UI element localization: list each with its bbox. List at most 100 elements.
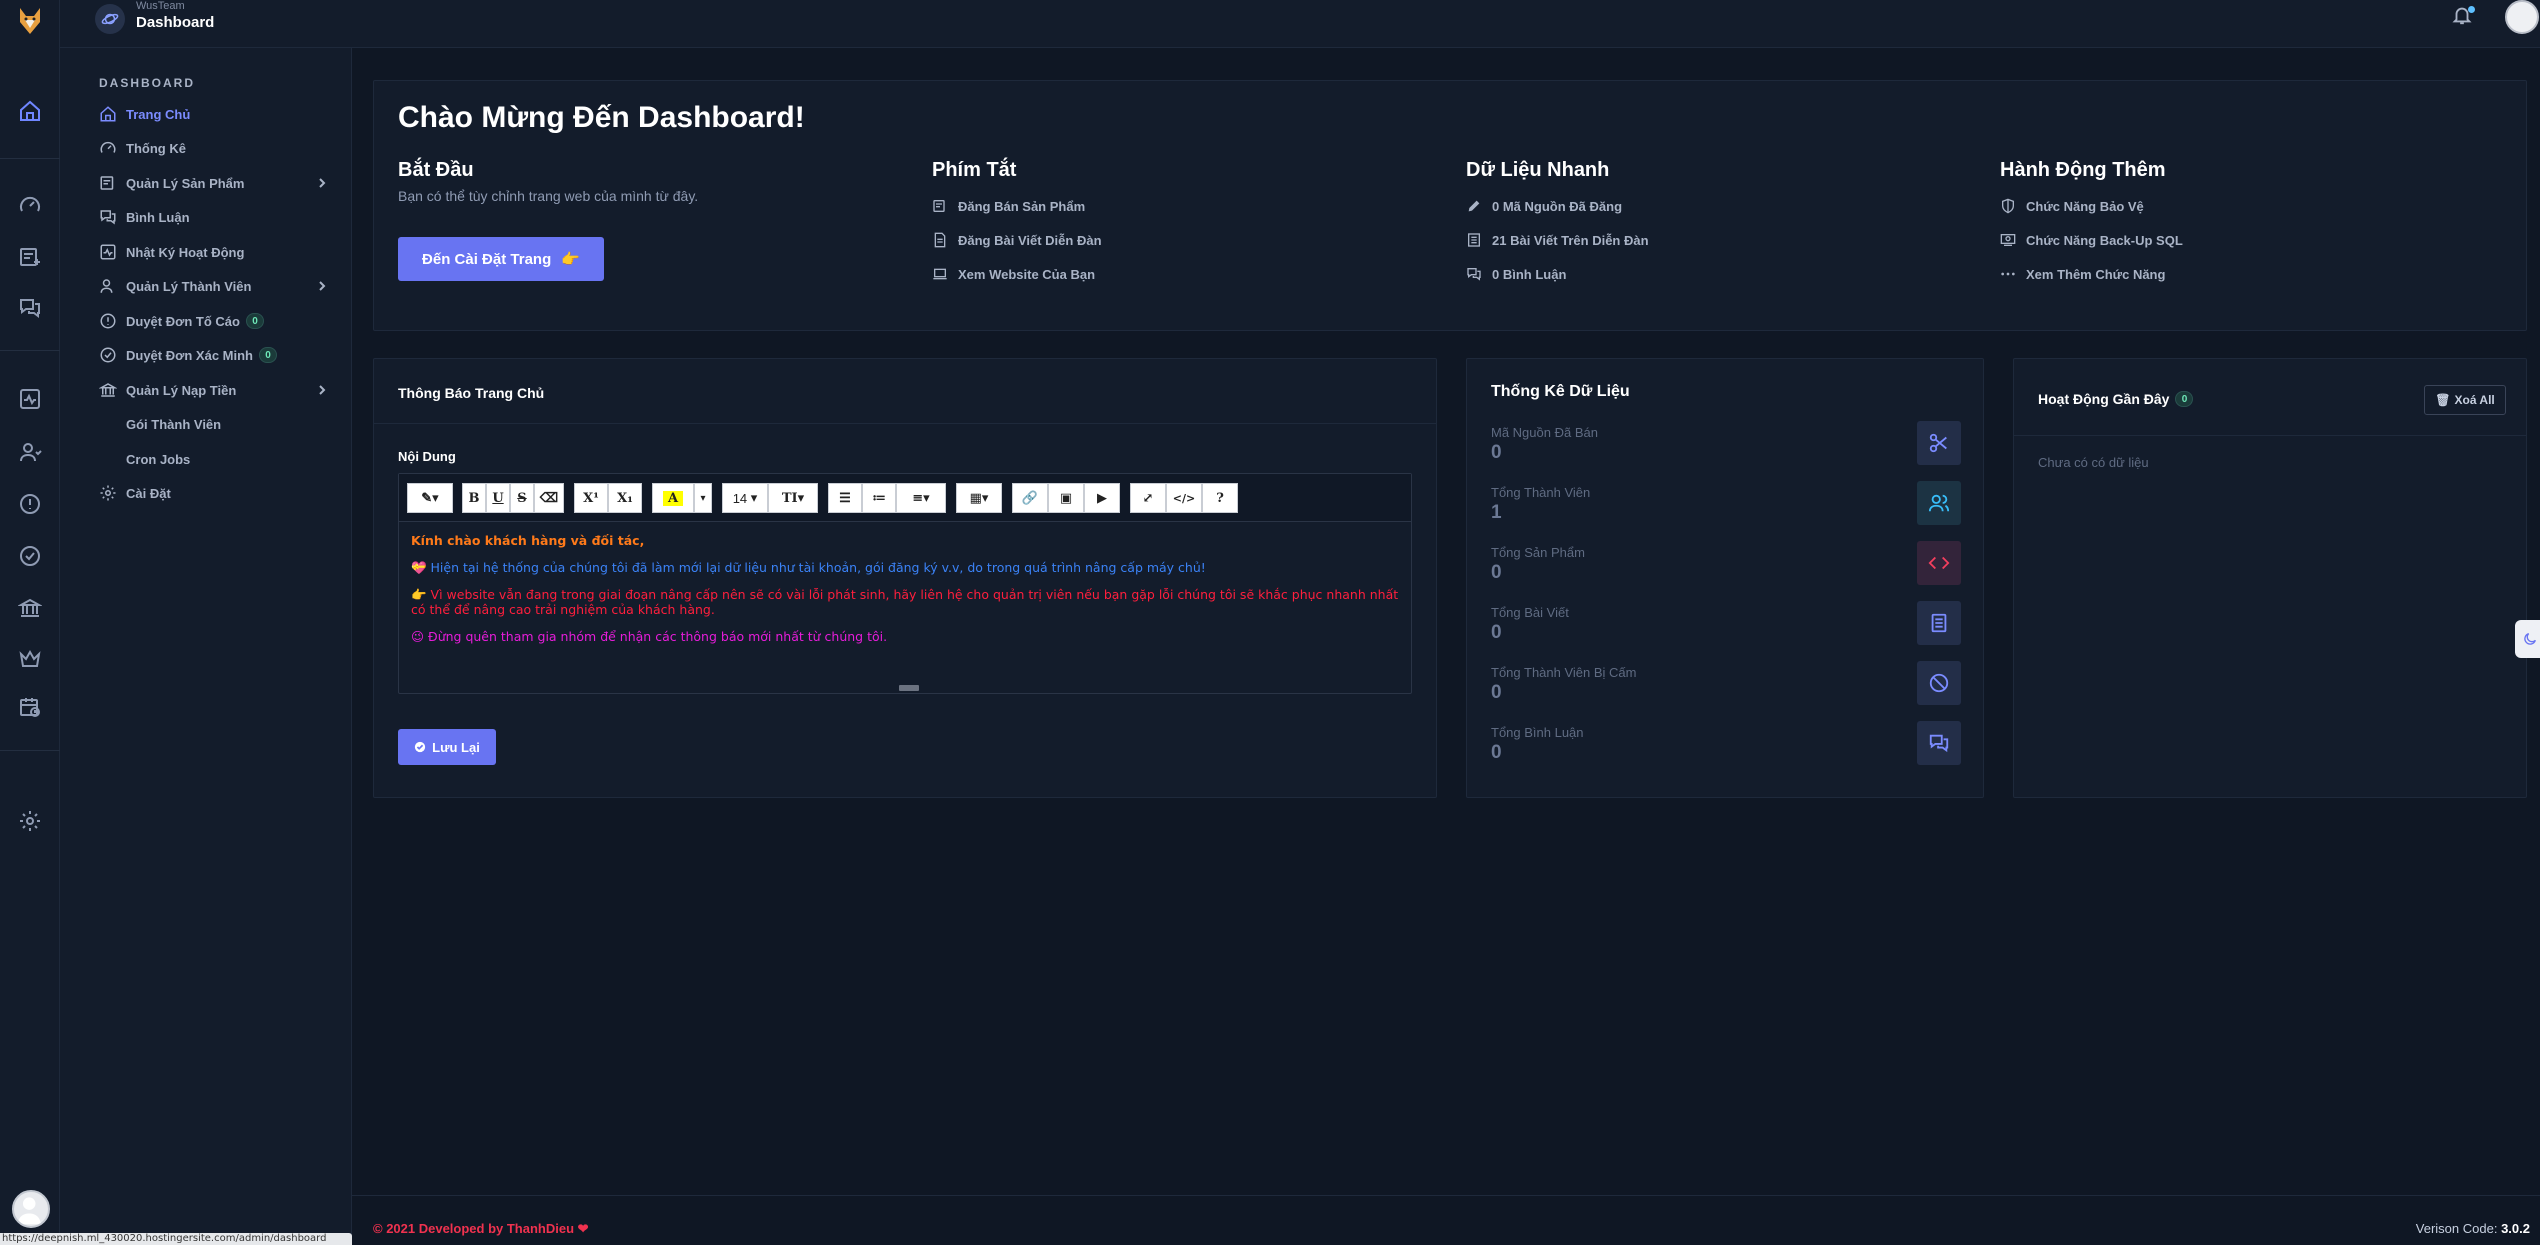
comments-icon: [1466, 266, 1482, 282]
sidebar-item-thong-ke[interactable]: Thống Kê: [99, 136, 331, 160]
footer-version: Verison Code: 3.0.2: [2416, 1221, 2530, 1236]
numbered-list-button[interactable]: ≔: [862, 483, 896, 513]
check-circle-icon[interactable]: [18, 544, 42, 568]
users-icon[interactable]: [18, 440, 42, 464]
font-size-select[interactable]: 14 ▾: [722, 483, 768, 513]
go-settings-button[interactable]: Đến Cài Đặt Trang 👉: [398, 237, 604, 281]
editor-line: 😉 Đừng quên tham gia nhóm để nhận các th…: [411, 629, 888, 644]
sidebar-item-goi-thanh-vien[interactable]: Gói Thành Viên: [99, 412, 331, 436]
sidebar-item-quan-ly-san-pham[interactable]: Quản Lý Sản Phẩm: [99, 171, 331, 195]
video-icon[interactable]: ▶: [1084, 483, 1120, 513]
sidebar-item-duyet-don-to-cao[interactable]: Duyệt Đơn Tố Cáo 0: [99, 309, 331, 333]
quick-link-comments[interactable]: 0 Bình Luận: [1466, 264, 1649, 284]
data-stats-card: Thống Kê Dữ Liệu Mã Nguồn Đã Bán 0 Tổng …: [1466, 358, 1984, 798]
gauge-icon[interactable]: [18, 193, 42, 217]
link-label: Chức Năng Bảo Vệ: [2026, 198, 2144, 214]
more-link-backup-sql[interactable]: Chức Năng Back-Up SQL: [2000, 230, 2183, 250]
sidebar-item-cai-dat[interactable]: Cài Đặt: [99, 481, 331, 505]
stat-label: Mã Nguồn Đã Bán: [1491, 425, 1598, 440]
product-icon[interactable]: [18, 245, 42, 269]
stat-value: 0: [1491, 682, 1502, 703]
more-link-view-more[interactable]: Xem Thêm Chức Năng: [2000, 264, 2183, 284]
user-avatar[interactable]: [12, 1190, 50, 1228]
strikethrough-button[interactable]: S: [510, 483, 534, 513]
fox-logo-icon[interactable]: [14, 4, 46, 40]
start-column: Bắt Đầu Bạn có thể tùy chỉnh trang web c…: [398, 159, 698, 204]
home-icon[interactable]: [18, 99, 42, 123]
link-label: 0 Mã Nguồn Đã Đăng: [1492, 198, 1623, 214]
clear-all-button[interactable]: 🗑 Xoá All: [2424, 385, 2506, 415]
footer: © 2021 Developed by ThanhDieu ❤ Verison …: [352, 1195, 2540, 1245]
shortcut-link-view-website[interactable]: Xem Website Của Bạn: [932, 264, 1102, 284]
underline-button[interactable]: U: [486, 483, 510, 513]
bullet-list-button[interactable]: ☰: [828, 483, 862, 513]
editor-toolbar: ✎▾ B U S ⌫ X¹ X₁ A ▾ 14 ▾ TI▾ ☰ ≔ ≡▾ ▦▾ …: [399, 474, 1411, 522]
ban-icon: [1917, 661, 1961, 705]
top-avatar[interactable]: [2505, 0, 2539, 34]
editor-line: Kính chào khách hàng và đối tác,: [411, 533, 645, 548]
sidebar-item-trang-chu[interactable]: Trang Chủ: [99, 102, 331, 126]
calendar-clock-icon[interactable]: [18, 695, 42, 719]
save-icon: [414, 741, 426, 753]
sidebar-item-binh-luan[interactable]: Bình Luận: [99, 205, 331, 229]
product-icon: [99, 174, 117, 192]
superscript-button[interactable]: X¹: [574, 483, 608, 513]
comments-icon[interactable]: [18, 296, 42, 320]
status-bar-url: https://deepnish.ml_430020.hostingersite…: [0, 1233, 352, 1245]
theme-toggle-icon[interactable]: [2515, 620, 2540, 658]
chevron-right-icon: [315, 279, 329, 293]
bank-icon[interactable]: [18, 596, 42, 620]
align-button[interactable]: ≡▾: [896, 483, 946, 513]
more-link-protection[interactable]: Chức Năng Bảo Vệ: [2000, 196, 2183, 216]
sidebar-item-quan-ly-nap-tien[interactable]: Quản Lý Nạp Tiền: [99, 378, 331, 402]
notification-bell-icon[interactable]: [2451, 4, 2477, 30]
magic-style-button[interactable]: ✎▾: [407, 483, 453, 513]
stat-label: Tổng Thành Viên: [1491, 485, 1591, 500]
link-label: Chức Năng Back-Up SQL: [2026, 232, 2183, 248]
table-button[interactable]: ▦▾: [956, 483, 1002, 513]
shield-icon: [2000, 198, 2016, 214]
bold-button[interactable]: B: [462, 483, 486, 513]
shortcut-link-forum-post[interactable]: Đăng Bài Viết Diễn Đàn: [932, 230, 1102, 250]
crown-icon[interactable]: [18, 647, 42, 671]
highlight-dropdown-button[interactable]: ▾: [694, 483, 712, 513]
editor-resize-handle[interactable]: [899, 685, 919, 691]
save-label: Lưu Lại: [432, 739, 480, 755]
sidebar-item-cron-jobs[interactable]: Cron Jobs: [99, 447, 331, 471]
sidebar-item-label: Quản Lý Sản Phẩm: [126, 175, 245, 191]
trash-icon: 🗑: [2435, 393, 2451, 407]
page-title: Dashboard: [136, 14, 215, 31]
activity-icon[interactable]: [18, 387, 42, 411]
sidebar-item-nhat-ky[interactable]: Nhật Ký Hoạt Động: [99, 240, 331, 264]
sidebar-item-duyet-don-xac-minh[interactable]: Duyệt Đơn Xác Minh 0: [99, 343, 331, 367]
count-badge: 0: [258, 347, 277, 363]
stat-label: Tổng Sản Phẩm: [1491, 545, 1585, 560]
gear-icon[interactable]: [18, 809, 42, 833]
quick-link-source-codes[interactable]: 0 Mã Nguồn Đã Đăng: [1466, 196, 1649, 216]
highlight-color-button[interactable]: A: [652, 483, 694, 513]
fullscreen-icon[interactable]: ⤢: [1130, 483, 1166, 513]
activity-icon: [99, 243, 117, 261]
subscript-button[interactable]: X₁: [608, 483, 642, 513]
editor-content[interactable]: Kính chào khách hàng và đối tác, 💝 Hiện …: [399, 523, 1411, 681]
stat-label: Tổng Bình Luận: [1491, 725, 1584, 740]
image-icon[interactable]: ▣: [1048, 483, 1084, 513]
planet-logo-icon[interactable]: [95, 4, 125, 34]
help-icon[interactable]: ?: [1202, 483, 1238, 513]
link-label: Xem Website Của Bạn: [958, 266, 1096, 282]
shortcut-link-sell-product[interactable]: Đăng Bán Sản Phẩm: [932, 196, 1102, 216]
code-view-icon[interactable]: </>: [1166, 483, 1202, 513]
count-badge: 0: [245, 313, 264, 329]
pencil-icon: [1466, 198, 1482, 214]
activity-count-badge: 0: [2175, 391, 2194, 407]
alert-icon[interactable]: [18, 492, 42, 516]
save-button[interactable]: Lưu Lại: [398, 729, 496, 765]
stats-card-title: Thống Kê Dữ Liệu: [1491, 383, 1630, 400]
eraser-icon[interactable]: ⌫: [534, 483, 564, 513]
link-icon[interactable]: 🔗: [1012, 483, 1048, 513]
sidebar-item-quan-ly-thanh-vien[interactable]: Quản Lý Thành Viên: [99, 274, 331, 298]
footer-copyright-text: © 2021 Developed by ThanhDieu: [373, 1221, 575, 1236]
quick-link-forum-posts[interactable]: 21 Bài Viết Trên Diễn Đàn: [1466, 230, 1649, 250]
text-height-button[interactable]: TI▾: [768, 483, 818, 513]
alert-icon: [99, 312, 117, 330]
